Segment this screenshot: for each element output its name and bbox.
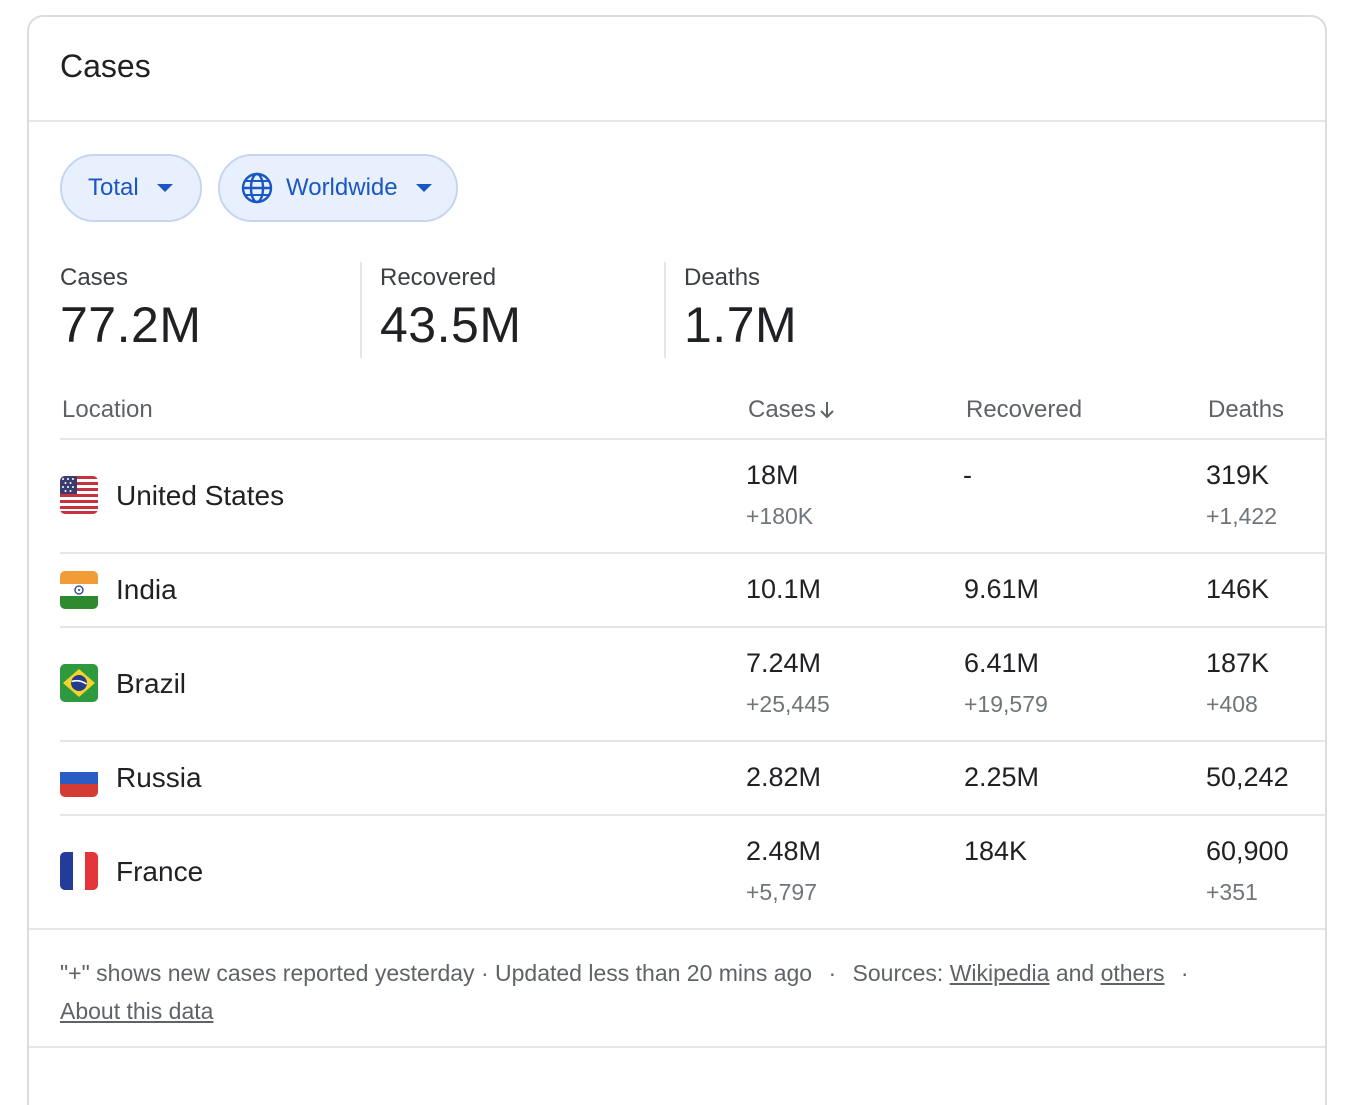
region-filter-label: Worldwide [286, 174, 398, 201]
footer-separator: · [828, 960, 837, 986]
cases-delta: +180K [746, 503, 814, 529]
card-title: Cases [60, 48, 151, 84]
cases-value: 18M [746, 460, 799, 490]
column-header-recovered[interactable]: Recovered [966, 396, 1082, 424]
and-text: and [1055, 960, 1095, 986]
table-row[interactable]: Brazil 7.24M +25,445 6.41M +19,579 187K … [60, 628, 1328, 740]
country-name: France [116, 856, 204, 887]
table-row[interactable]: United States 18M +180K - 319K +1,422 [60, 440, 1328, 552]
globe-icon [240, 171, 274, 205]
wikipedia-link[interactable]: Wikipedia [950, 960, 1050, 986]
footer-note-text: "+" shows new cases reported yesterday ·… [60, 960, 813, 986]
summary-label: Cases [60, 264, 129, 291]
india-flag-icon [60, 571, 98, 609]
recovered-delta: +19,579 [964, 691, 1048, 717]
deaths-delta: +1,422 [1206, 503, 1277, 529]
summary-label: Deaths [684, 264, 761, 291]
deaths-value: 146K [1206, 574, 1270, 604]
deaths-value: 319K [1206, 460, 1270, 490]
about-this-data-link[interactable]: About this data [60, 998, 213, 1024]
deaths-delta: +408 [1206, 691, 1258, 717]
summary-value: 43.5M [380, 297, 522, 353]
summary-deaths: Deaths 1.7M [684, 264, 797, 354]
footer-note: "+" shows new cases reported yesterday ·… [60, 954, 1240, 1030]
summary-cases: Cases 77.2M [60, 264, 201, 354]
france-flag-icon [60, 852, 98, 890]
cases-value: 7.24M [746, 648, 822, 678]
summary-value: 1.7M [684, 297, 798, 353]
summary-recovered: Recovered 43.5M [380, 264, 521, 354]
table-row[interactable]: France 2.48M +5,797 184K 60,900 +351 [60, 816, 1328, 928]
us-flag-icon [60, 476, 98, 514]
table-row[interactable]: India 10.1M 9.61M 146K [60, 554, 1328, 626]
caret-down-icon [415, 184, 432, 192]
metric-filter-label: Total [88, 174, 139, 201]
metric-filter-chip[interactable]: Total [60, 154, 202, 222]
column-header-cases[interactable]: Cases [748, 396, 836, 424]
summary-value: 77.2M [60, 297, 202, 353]
cases-value: 2.48M [746, 836, 822, 866]
deaths-value: 187K [1206, 648, 1270, 678]
footer-divider [29, 1046, 1325, 1048]
table-row[interactable]: Russia 2.82M 2.25M 50,242 [60, 742, 1328, 814]
sources-label: Sources: [852, 960, 944, 986]
recovered-value: 184K [964, 836, 1028, 866]
stat-divider [360, 262, 362, 358]
column-header-location[interactable]: Location [62, 396, 153, 424]
country-name: Brazil [116, 668, 187, 699]
recovered-value: 6.41M [964, 648, 1040, 678]
recovered-value: 9.61M [964, 574, 1040, 604]
cases-delta: +5,797 [746, 879, 817, 905]
recovered-value: 2.25M [964, 762, 1040, 792]
header-divider [29, 120, 1325, 122]
arrow-down-icon [818, 399, 836, 421]
others-link[interactable]: others [1101, 960, 1165, 986]
region-filter-chip[interactable]: Worldwide [218, 154, 458, 222]
deaths-value: 60,900 [1206, 836, 1289, 866]
deaths-delta: +351 [1206, 879, 1258, 905]
brazil-flag-icon [60, 664, 98, 702]
caret-down-icon [156, 184, 173, 192]
recovered-value: - [963, 460, 972, 490]
cases-value: 2.82M [746, 762, 822, 792]
country-name: India [116, 574, 177, 605]
country-name: United States [116, 480, 285, 511]
summary-label: Recovered [380, 264, 497, 291]
footer-separator: · [1180, 960, 1189, 986]
column-header-deaths[interactable]: Deaths [1208, 396, 1284, 424]
table-bottom-divider [29, 928, 1325, 930]
stat-divider [664, 262, 666, 358]
country-name: Russia [116, 762, 202, 793]
cases-delta: +25,445 [746, 691, 830, 717]
cases-value: 10.1M [746, 574, 822, 604]
deaths-value: 50,242 [1206, 762, 1289, 792]
column-header-cases-label: Cases [748, 396, 817, 423]
russia-flag-icon [60, 759, 98, 797]
